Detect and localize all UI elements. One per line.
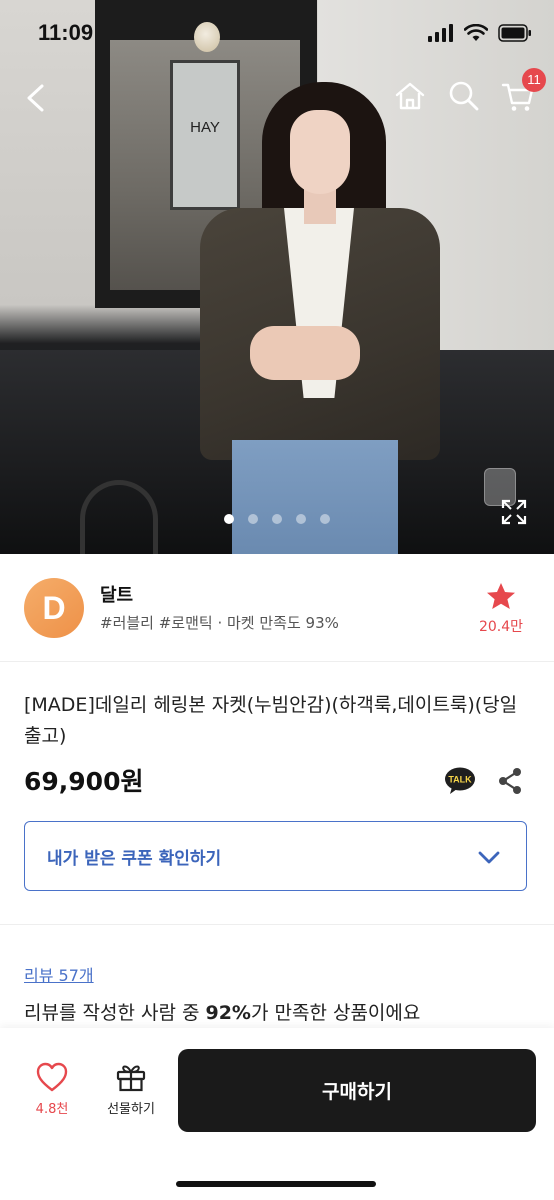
bottom-action-bar: 4.8천 선물하기 구매하기 — [0, 1028, 554, 1200]
search-icon — [449, 81, 479, 111]
coupon-check-button[interactable]: 내가 받은 쿠폰 확인하기 — [24, 821, 527, 891]
pagination-dot[interactable] — [296, 514, 306, 524]
review-summary-prefix: 리뷰를 작성한 사람 중 — [24, 1002, 206, 1024]
kakao-talk-button[interactable]: TALK — [444, 767, 476, 795]
review-satisfaction-percent: 92% — [205, 1002, 251, 1024]
buy-button[interactable]: 구매하기 — [178, 1049, 536, 1132]
back-button[interactable] — [16, 78, 56, 118]
product-image[interactable]: HAY 11:09 11 — [0, 0, 554, 554]
gift-icon — [116, 1065, 146, 1092]
seller-logo[interactable]: D — [24, 578, 84, 638]
review-summary: 리뷰를 작성한 사람 중 92%가 만족한 상품이에요 — [24, 998, 420, 1025]
share-button[interactable] — [496, 766, 524, 796]
home-icon — [395, 82, 425, 110]
like-count: 4.8천 — [35, 1102, 69, 1117]
cart-button[interactable]: 11 — [500, 68, 546, 114]
seller-favorite-button[interactable]: 20.4만 — [472, 582, 530, 636]
coupon-label: 내가 받은 쿠폰 확인하기 — [47, 849, 222, 869]
home-button[interactable] — [392, 78, 428, 114]
model-jeans — [232, 440, 398, 554]
top-nav: 11 — [0, 68, 554, 126]
seller-name[interactable]: 달트 — [100, 581, 133, 607]
model-hands — [250, 326, 360, 380]
home-indicator — [176, 1181, 376, 1187]
nav-actions: 11 — [392, 68, 546, 114]
section-divider — [0, 924, 554, 925]
heart-icon — [36, 1062, 68, 1092]
battery-icon — [498, 24, 531, 42]
pagination-dot[interactable] — [272, 514, 282, 524]
like-button[interactable]: 4.8천 — [24, 1062, 80, 1117]
share-icon — [499, 768, 521, 794]
gift-button[interactable]: 선물하기 — [96, 1062, 166, 1117]
cart-count-badge: 11 — [522, 68, 546, 92]
pagination-dot[interactable] — [320, 514, 330, 524]
pagination-dot[interactable] — [248, 514, 258, 524]
star-icon — [487, 583, 515, 609]
chevron-left-icon — [27, 84, 44, 112]
gift-label: 선물하기 — [107, 1102, 155, 1117]
review-summary-suffix: 가 만족한 상품이에요 — [250, 1002, 421, 1024]
status-icons — [428, 24, 532, 42]
image-pagination[interactable] — [0, 514, 554, 524]
search-button[interactable] — [446, 78, 482, 114]
product-price: 69,900원 — [24, 767, 144, 796]
status-time: 11:09 — [38, 20, 94, 45]
expand-icon — [501, 499, 527, 525]
review-count-link[interactable]: 리뷰 57개 — [24, 962, 94, 986]
kakao-talk-icon: TALK — [445, 767, 475, 794]
seller-tags: #러블리 #로맨틱 · 마켓 만족도 93% — [100, 614, 339, 632]
chevron-down-icon — [478, 851, 500, 864]
seller-favorite-count: 20.4만 — [478, 619, 524, 635]
signal-icon — [428, 24, 453, 42]
pagination-dot[interactable] — [224, 514, 234, 524]
status-bar: 11:09 — [0, 0, 554, 66]
fullscreen-button[interactable] — [500, 498, 528, 526]
seller-logo-letter: D — [42, 589, 66, 626]
kakao-talk-label: TALK — [448, 775, 472, 785]
wifi-icon — [464, 24, 488, 41]
seller-section[interactable]: D 달트 #러블리 #로맨틱 · 마켓 만족도 93% 20.4만 — [0, 556, 554, 662]
product-title: [MADE]데일리 헤링본 자켓(누빔안감)(하객룩,데이트룩)(당일출고) — [24, 694, 518, 747]
